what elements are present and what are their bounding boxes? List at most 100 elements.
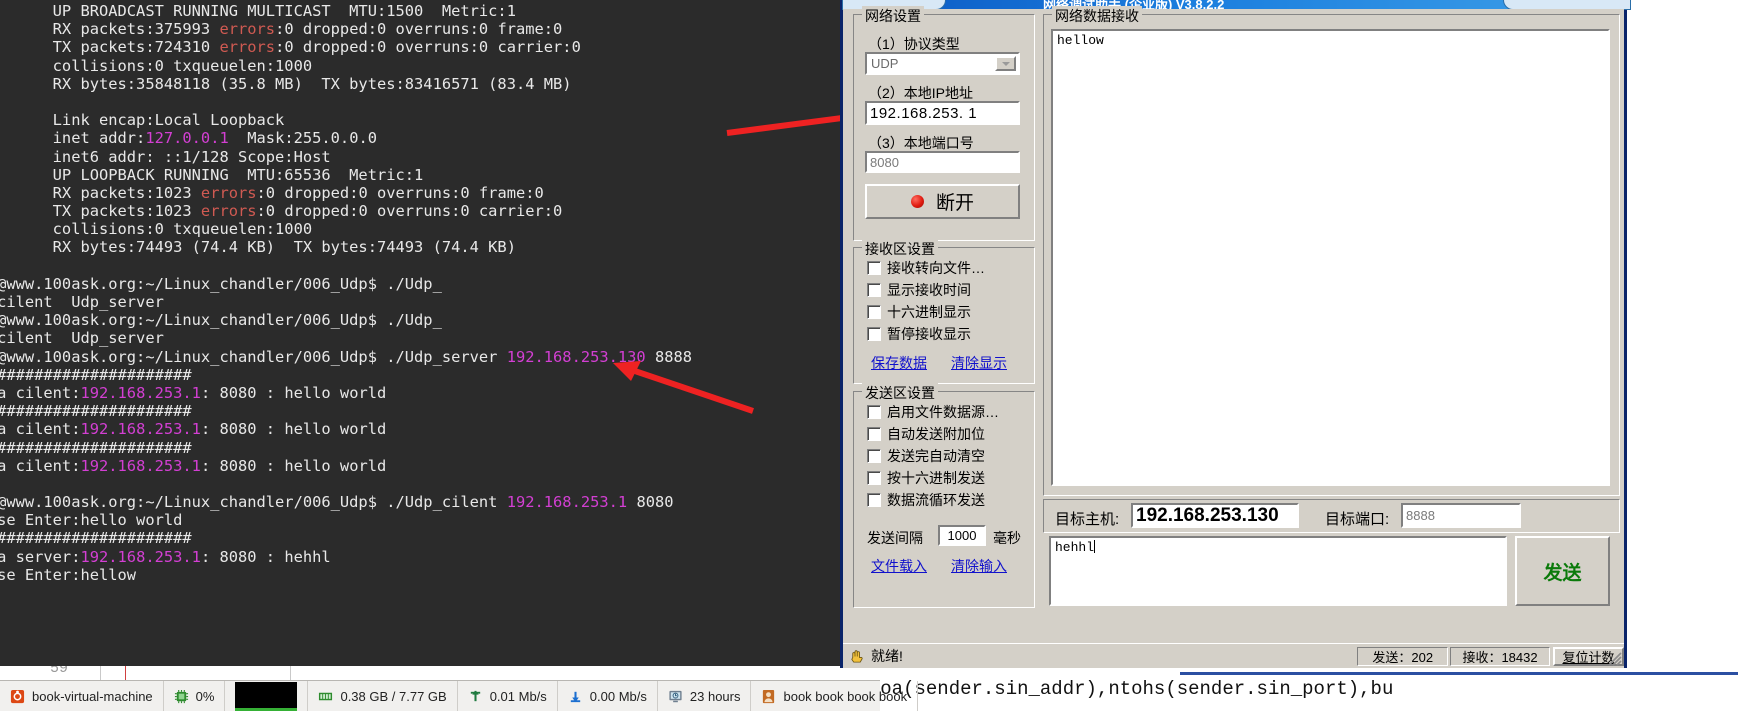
target-port-input[interactable]: 8888: [1401, 503, 1521, 528]
terminal-text: book@www.100ask.org:~/Linux_chandler/006…: [0, 347, 507, 366]
terminal-text: Get a cilent:: [0, 383, 81, 402]
receive-checkbox-2[interactable]: 十六进制显示: [867, 302, 971, 322]
receive-checkbox-1[interactable]: 显示接收时间: [867, 280, 971, 300]
terminal-text: : 8080 : hello world: [200, 420, 387, 439]
checkbox-icon[interactable]: [867, 327, 881, 341]
checkbox-icon[interactable]: [867, 427, 881, 441]
pointing-hand-icon: [851, 649, 863, 663]
terminal-text: errors: [219, 38, 276, 57]
ubuntu-taskbar[interactable]: book-virtual-machine 0% 0.38 GB / 7.77 GB 0…: [0, 680, 919, 711]
local-ip-input[interactable]: 192.168.253. 1: [865, 101, 1020, 125]
taskbar-item-6[interactable]: 23 hours: [658, 681, 752, 711]
disconnect-button[interactable]: 断开: [865, 184, 1020, 219]
receive-data-content: hellow: [1057, 33, 1104, 48]
receive-checkbox-3[interactable]: 暂停接收显示: [867, 324, 971, 344]
taskbar-item-7[interactable]: book book book book: [751, 681, 919, 711]
send-checkbox-3[interactable]: 按十六进制发送: [867, 468, 985, 488]
terminal-text: RX packets:1023: [52, 183, 192, 202]
taskbar-item-1[interactable]: 0%: [164, 681, 226, 711]
terminal-text: #########################: [0, 365, 192, 384]
checkbox-label: 按十六进制发送: [887, 470, 985, 486]
terminal-window[interactable]: UP BROADCAST RUNNING MULTICAST MTU:1500 …: [0, 0, 840, 666]
terminal-line: #########################: [0, 366, 840, 384]
resize-grip-icon[interactable]: [1608, 652, 1622, 666]
terminal-text: book@www.100ask.org:~/Linux_chandler/006…: [0, 493, 507, 512]
network-debug-assistant-window[interactable]: 网络调试助手 (企业版) V3.8.2.2 网络设置 （1）协议类型 UDP （…: [840, 0, 1631, 668]
terminal-output: UP BROADCAST RUNNING MULTICAST MTU:1500 …: [0, 0, 840, 584]
send-interval-label: 发送间隔: [867, 530, 923, 546]
taskbar-item-3[interactable]: 0.38 GB / 7.77 GB: [308, 681, 458, 711]
taskbar-item-label: 0.38 GB / 7.77 GB: [340, 688, 447, 704]
terminal-line: Get a cilent:192.168.253.1: 8080 : hello…: [0, 384, 840, 402]
send-button-label: 发送: [1543, 562, 1582, 584]
terminal-line: Get a cilent:192.168.253.1: 8080 : hello…: [0, 457, 840, 475]
terminal-text: 8080: [627, 493, 674, 512]
local-port-value: 8080: [870, 154, 899, 170]
checkbox-icon[interactable]: [867, 261, 881, 275]
taskbar-item-4[interactable]: 0.01 Mb/s: [458, 681, 558, 711]
clear-display-link[interactable]: 清除显示: [951, 353, 1007, 373]
terminal-line: RX bytes:35848118 (35.8 MB) TX bytes:834…: [0, 75, 840, 93]
terminal-text: lo Link encap:Local Loopback: [52, 111, 285, 130]
terminal-text: TX packets:724310: [52, 38, 211, 57]
send-button[interactable]: 发送: [1515, 536, 1610, 606]
terminal-line: book@www.100ask.org:~/Linux_chandler/006…: [0, 493, 840, 511]
terminal-text: UP BROADCAST RUNNING MULTICAST MTU:1500 …: [0, 2, 516, 20]
target-host-label: 目标主机:: [1055, 511, 1120, 528]
vm-icon: [10, 689, 25, 703]
receive-checkbox-0[interactable]: 接收转向文件…: [867, 258, 985, 278]
load-file-link[interactable]: 文件载入: [871, 556, 927, 576]
checkbox-label: 暂停接收显示: [887, 326, 971, 342]
taskbar-item-label: 0%: [195, 688, 215, 704]
save-data-link[interactable]: 保存数据: [871, 353, 927, 373]
editor-top-rule: [1180, 672, 1738, 675]
terminal-line: inet addr:127.0.0.1 Mask:255.0.0.0: [0, 129, 840, 147]
checkbox-icon[interactable]: [867, 493, 881, 507]
taskbar-item-5[interactable]: 0.00 Mb/s: [558, 681, 658, 711]
terminal-text: RX bytes:35848118 (35.8 MB) TX bytes:834…: [0, 74, 572, 93]
terminal-text: 192.168.253.1: [80, 383, 201, 402]
terminal-line: Udp_cilent Udp_server: [0, 293, 840, 311]
taskbar-item-0[interactable]: book-virtual-machine: [0, 681, 164, 711]
terminal-text: errors: [200, 183, 257, 202]
terminal-text: Get a cilent:: [0, 420, 81, 439]
terminal-line: book@www.100ask.org:~/Linux_chandler/006…: [0, 348, 840, 366]
send-checkbox-4[interactable]: 数据流循环发送: [867, 490, 985, 510]
protocol-type-select[interactable]: UDP: [865, 52, 1020, 75]
terminal-line: TX packets:1023 errors:0 dropped:0 overr…: [0, 202, 840, 220]
send-checkbox-2[interactable]: 发送完自动清空: [867, 446, 985, 466]
send-checkbox-1[interactable]: 自动发送附加位: [867, 424, 985, 444]
checkbox-label: 启用文件数据源…: [887, 404, 999, 420]
checkbox-icon[interactable]: [867, 305, 881, 319]
chevron-down-icon[interactable]: [995, 56, 1016, 71]
clear-input-link[interactable]: 清除输入: [951, 556, 1007, 576]
target-port-label: 目标端口:: [1325, 511, 1390, 528]
terminal-text: collisions:0 txqueuelen:1000: [52, 220, 313, 239]
checkbox-icon[interactable]: [867, 449, 881, 463]
taskbar-item-2[interactable]: [225, 681, 309, 711]
target-host-value: 192.168.253.130: [1136, 504, 1279, 526]
clock-icon: [669, 690, 682, 702]
terminal-text: book@www.100ask.org:~/Linux_chandler/006…: [0, 311, 442, 330]
status-ready-text: 就绪!: [871, 648, 903, 664]
checkbox-icon[interactable]: [867, 471, 881, 485]
checkbox-icon[interactable]: [867, 405, 881, 419]
terminal-line: TX packets:724310 errors:0 dropped:0 ove…: [0, 38, 840, 56]
terminal-line: Get a cilent:192.168.253.1: 8080 : hello…: [0, 420, 840, 438]
send-interval-input[interactable]: 1000: [938, 525, 986, 546]
send-data-textarea[interactable]: hehhl: [1049, 536, 1507, 606]
cpu-icon: [174, 689, 188, 703]
terminal-text: inet addr:: [52, 129, 146, 148]
terminal-line: RX packets:375993 errors:0 dropped:0 ove…: [0, 20, 840, 38]
send-checkbox-0[interactable]: 启用文件数据源…: [867, 402, 999, 422]
send-interval-value: 1000: [947, 528, 977, 543]
target-port-value: 8888: [1406, 508, 1435, 523]
target-host-input[interactable]: 192.168.253.130: [1131, 503, 1299, 528]
receive-data-textarea[interactable]: hellow: [1051, 29, 1610, 486]
terminal-text: 192.168.253.130: [506, 347, 646, 366]
terminal-text: Please Enter:hello world: [0, 511, 183, 530]
local-port-input[interactable]: 8080: [865, 151, 1020, 173]
terminal-line: RX bytes:74493 (74.4 KB) TX bytes:74493 …: [0, 238, 840, 256]
checkbox-icon[interactable]: [867, 283, 881, 297]
